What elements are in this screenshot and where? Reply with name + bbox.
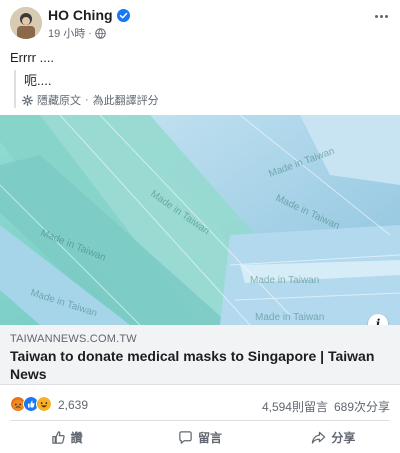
translation-block: 呃.... 隱藏原文 · 為此翻譯評分 — [10, 60, 390, 108]
info-icon: i — [375, 317, 381, 325]
translation-separator: · — [85, 94, 89, 106]
comment-icon — [179, 431, 192, 444]
post-header: HO Ching 19 小時 · — [0, 0, 400, 40]
share-arrow-icon — [312, 431, 326, 444]
post-timestamp[interactable]: 19 小時 — [48, 25, 85, 41]
reactions-summary: 2,639 4,594則留言 689次分享 — [0, 392, 400, 416]
meta-separator: · — [88, 27, 92, 39]
rate-translation-link[interactable]: 為此翻譯評分 — [93, 92, 159, 108]
comment-count[interactable]: 4,594則留言 — [262, 398, 328, 415]
link-domain: TAIWANNEWS.COM.TW — [10, 333, 137, 345]
mask-text: Made in Taiwan — [250, 275, 319, 286]
like-label: 讚 — [70, 431, 83, 445]
avatar[interactable] — [10, 7, 42, 39]
gear-icon[interactable] — [22, 94, 33, 106]
avatar-image — [10, 7, 42, 39]
haha-reaction-icon — [36, 396, 52, 412]
verified-badge-icon — [116, 8, 130, 22]
mask-text: Made in Taiwan — [255, 312, 324, 323]
mask-text: Made in Taiwan — [274, 193, 341, 232]
like-button[interactable]: 讚 — [0, 422, 133, 453]
comment-button[interactable]: 留言 — [133, 422, 266, 453]
translated-text: 呃.... — [24, 73, 52, 88]
mask-text: Made in Taiwan — [267, 146, 336, 180]
link-title[interactable]: Taiwan to donate medical masks to Singap… — [10, 347, 390, 383]
globe-icon[interactable] — [94, 27, 106, 39]
more-dot-icon — [374, 14, 378, 18]
mask-text: Made in Taiwan — [148, 188, 211, 237]
translation-divider — [14, 70, 16, 108]
reaction-count[interactable]: 2,639 — [58, 398, 88, 412]
more-dot-icon — [384, 14, 388, 18]
action-divider — [10, 420, 390, 421]
author-name[interactable]: HO Ching — [48, 7, 113, 23]
more-options-button[interactable] — [370, 8, 392, 24]
link-caption[interactable]: TAIWANNEWS.COM.TW Taiwan to donate medic… — [0, 325, 400, 385]
hide-original-link[interactable]: 隱藏原文 — [37, 92, 81, 108]
comment-label: 留言 — [197, 431, 222, 445]
post-actions: 讚 留言 分享 — [0, 422, 400, 453]
mask-text: Made in Taiwan — [39, 228, 107, 264]
thumbs-up-icon — [51, 431, 65, 444]
share-label: 分享 — [331, 431, 356, 445]
mask-text: Made in Taiwan — [29, 287, 98, 319]
link-preview-image[interactable]: Made in Taiwan Made in Taiwan Made in Ta… — [0, 115, 400, 325]
reaction-icons[interactable] — [10, 396, 52, 412]
share-count[interactable]: 689次分享 — [334, 398, 390, 415]
share-button[interactable]: 分享 — [267, 422, 400, 453]
more-dot-icon — [379, 14, 383, 18]
mask-embossed-text: Made in Taiwan Made in Taiwan Made in Ta… — [29, 146, 341, 323]
